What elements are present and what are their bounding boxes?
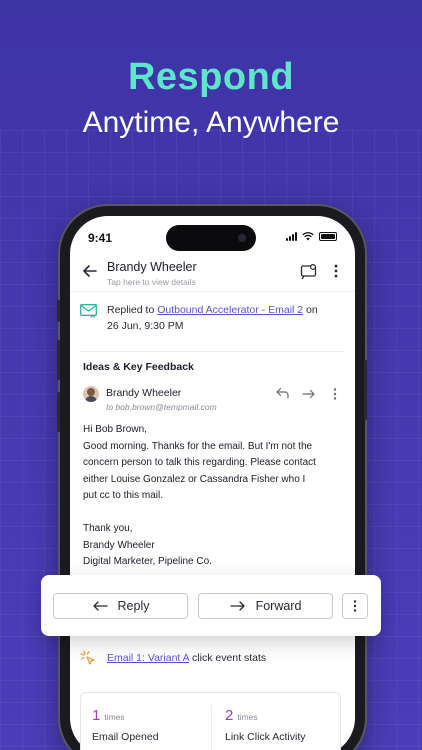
email-signature-name: Brandy Wheeler — [83, 539, 155, 551]
stat-label: Email Opened — [92, 731, 159, 743]
stat-email-opened: 1 times Email Opened — [92, 707, 159, 743]
avatar — [83, 386, 99, 402]
status-icons — [286, 232, 337, 241]
battery-icon — [319, 232, 337, 241]
app-bar: Brandy Wheeler Tap here to view details — [70, 256, 355, 292]
click-event-suffix: click event stats — [192, 652, 267, 664]
email-replied-icon — [80, 304, 97, 318]
phone-volume-up-button — [57, 340, 60, 380]
email-line: Good morning. Thanks for the email. But … — [83, 440, 313, 452]
reply-label: Reply — [117, 599, 150, 613]
sender-name: Brandy Wheeler — [106, 387, 182, 399]
stat-divider — [211, 705, 212, 750]
stat-link-clicks: 2 times Link Click Activity — [225, 707, 306, 743]
status-bar: 9:41 — [70, 216, 355, 260]
email-signature-title: Digital Marketer, Pipeline Co. — [83, 556, 212, 567]
email-signoff: Thank you, — [83, 523, 133, 534]
status-time: 9:41 — [88, 231, 113, 245]
stat-unit: times — [104, 712, 125, 722]
reply-icon[interactable] — [275, 387, 291, 401]
email-line: concern person to talk this regarding. P… — [83, 457, 316, 468]
stat-label: Link Click Activity — [225, 731, 306, 743]
click-event-text: Email 1: Variant A click event stats — [107, 652, 266, 664]
more-vertical-icon — [353, 600, 357, 612]
dynamic-island — [166, 225, 256, 251]
forward-arrow-icon — [229, 601, 245, 611]
reply-button[interactable]: Reply — [53, 593, 188, 619]
phone-power-button — [364, 360, 367, 420]
replied-event-text: Replied to Outbound Accelerator - Email … — [107, 302, 337, 334]
forward-button[interactable]: Forward — [198, 593, 333, 619]
recipient-line: to bob.brown@tempmail.com — [106, 402, 217, 412]
more-vertical-icon[interactable] — [327, 262, 345, 280]
email-greeting: Hi Bob Brown, — [83, 424, 147, 435]
variant-link[interactable]: Email 1: Variant A — [107, 652, 189, 664]
forward-label: Forward — [255, 599, 302, 613]
message-more-icon[interactable] — [327, 387, 343, 401]
email-spacer — [83, 505, 345, 522]
replied-timestamp: 26 Jun, 9:30 PM — [107, 320, 184, 332]
click-cursor-icon — [80, 650, 95, 665]
forward-icon[interactable] — [301, 387, 317, 401]
contact-card-icon[interactable] — [300, 262, 318, 280]
email-body: Hi Bob Brown, Good morning. Thanks for t… — [83, 422, 345, 571]
replied-prefix: Replied to — [107, 304, 155, 316]
click-event-row: Email 1: Variant A click event stats — [80, 649, 360, 669]
phone-side-button — [57, 300, 60, 322]
contact-details-hint[interactable]: Tap here to view details — [107, 277, 196, 287]
stat-unit: times — [237, 712, 258, 722]
contact-name[interactable]: Brandy Wheeler — [107, 260, 197, 274]
signal-icon — [286, 232, 297, 241]
back-arrow-icon[interactable] — [80, 261, 100, 281]
more-actions-button[interactable] — [342, 593, 368, 619]
phone-screen: 9:41 Brandy Wheeler Tap here to view det… — [70, 216, 355, 750]
replied-suffix: on — [306, 304, 318, 316]
replied-event: Replied to Outbound Accelerator - Email … — [80, 302, 345, 352]
hero-title: Respond — [127, 56, 295, 98]
phone-volume-down-button — [57, 392, 60, 432]
thread-subject: Ideas & Key Feedback — [83, 361, 194, 373]
reply-actions-card: Reply Forward — [41, 575, 381, 636]
email-line: put cc to this mail. — [83, 490, 164, 501]
wifi-icon — [302, 232, 314, 241]
hero-subtitle: Anytime, Anywhere — [82, 106, 340, 139]
stat-count: 2 — [225, 707, 234, 724]
campaign-link[interactable]: Outbound Accelerator - Email 2 — [157, 304, 303, 316]
stats-card: 1 times Email Opened 2 times Link Click Ac… — [80, 692, 341, 750]
email-line: either Louise Gonzalez or Cassandra Fish… — [83, 473, 306, 485]
stat-count: 1 — [92, 707, 101, 724]
reply-arrow-icon — [92, 601, 108, 611]
